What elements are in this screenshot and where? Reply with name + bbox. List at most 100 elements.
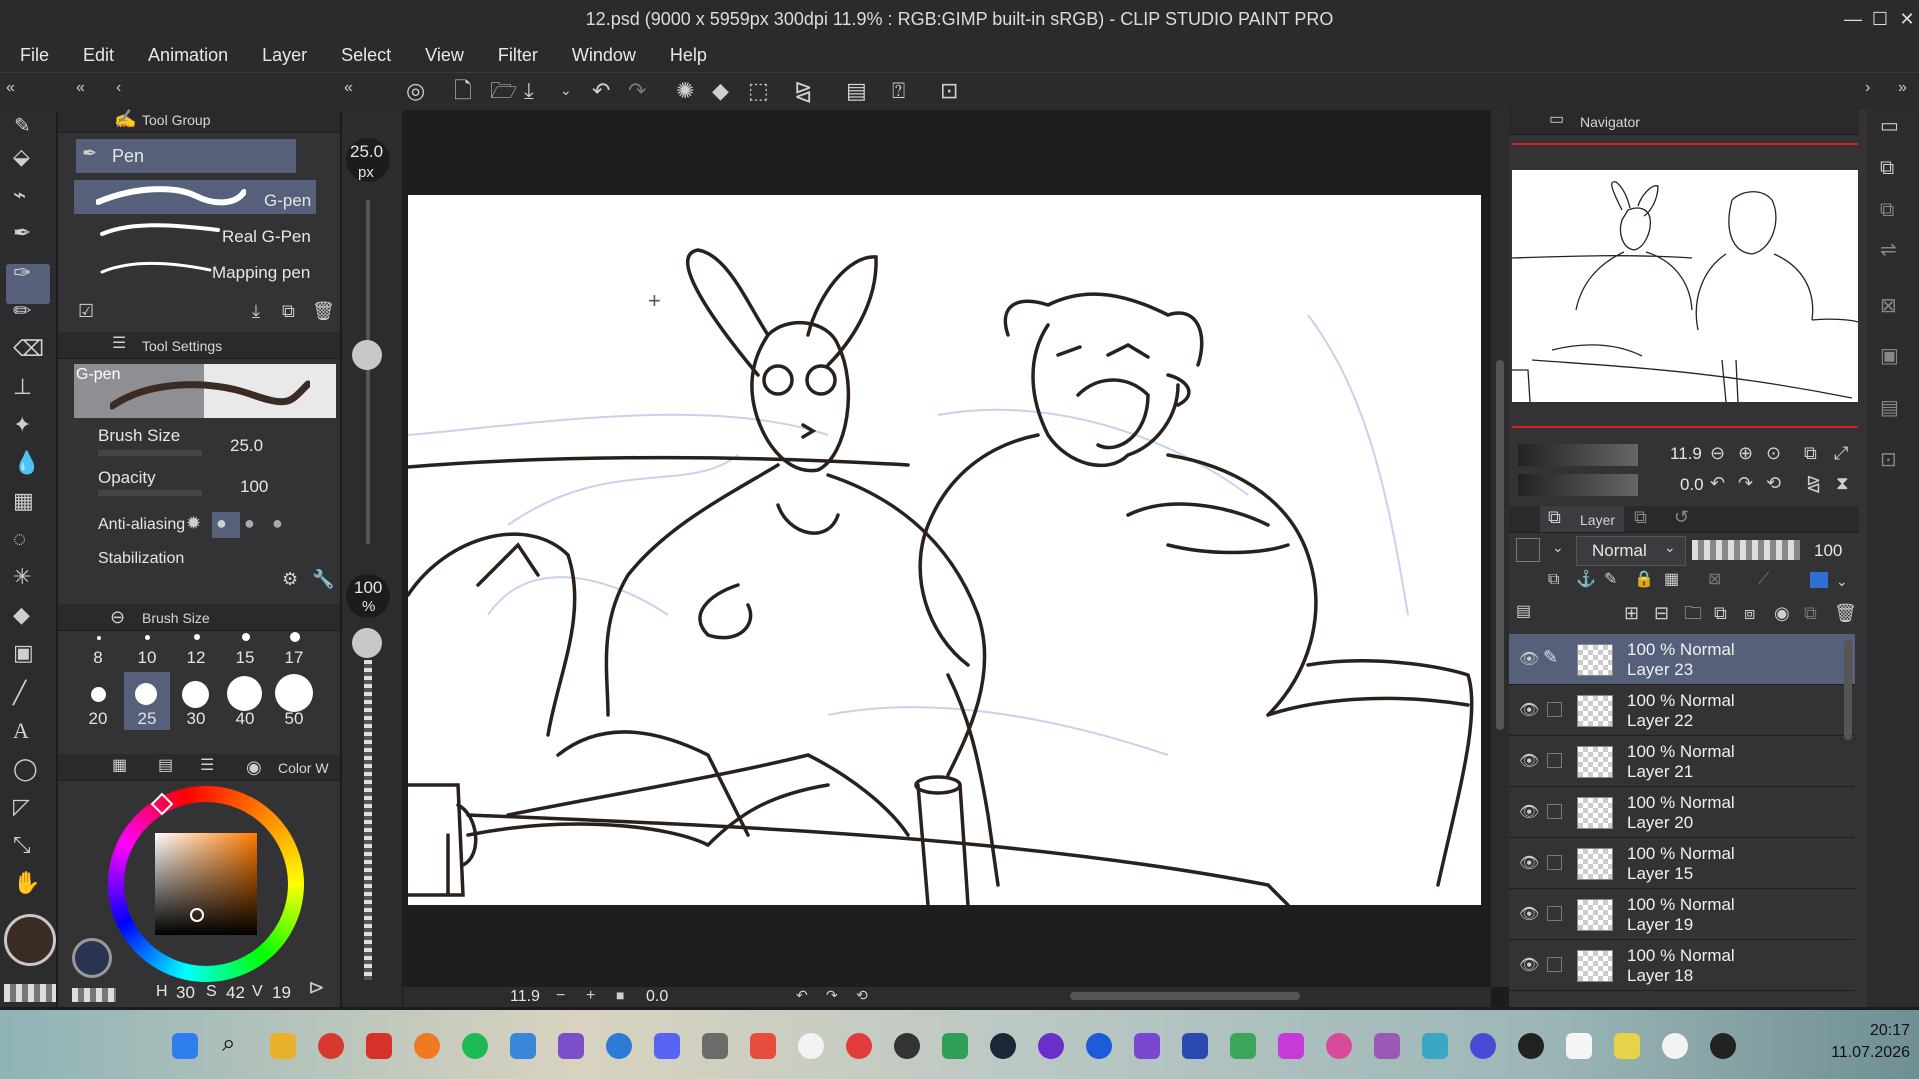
nav-zoom-slider[interactable] (1518, 444, 1638, 466)
system-tray-icon[interactable] (1710, 1033, 1736, 1059)
notes-icon[interactable] (1614, 1033, 1640, 1059)
flip-horizontal-icon[interactable]: ⧎ (1806, 474, 1821, 492)
material-panel-icon[interactable]: ⊠ (1880, 296, 1897, 316)
brush-size-slider[interactable] (98, 450, 202, 456)
draft-layer-icon[interactable]: ✎ (1604, 572, 1617, 588)
merge-layer-icon[interactable]: ⧈ (1744, 604, 1755, 622)
collapse-left-icon[interactable]: « (6, 80, 15, 96)
layer-checkbox[interactable] (1547, 855, 1562, 870)
brush-dot[interactable] (145, 635, 150, 640)
layer-row[interactable]: 👁 100 % Normal Layer 15 (1509, 838, 1855, 889)
menu-layer[interactable]: Layer (262, 45, 307, 66)
brush-size-option[interactable]: 10 (127, 648, 167, 668)
rotate-right-icon[interactable]: ↷ (1738, 474, 1753, 492)
eye-icon[interactable]: 👁 (1519, 649, 1539, 669)
spotify-icon[interactable] (462, 1033, 488, 1059)
chevron-down-icon[interactable]: ⌄ (1552, 540, 1564, 554)
brush-dot[interactable] (227, 676, 262, 711)
fit-icon[interactable]: ■ (616, 988, 624, 1002)
new-raster-layer-icon[interactable]: ⊞ (1624, 604, 1639, 622)
brush-dot[interactable] (242, 633, 250, 641)
pencil-tool-icon[interactable]: ✏ (13, 300, 31, 322)
aa-medium-icon[interactable]: ● (244, 514, 255, 532)
wrench-icon[interactable]: ⚙ (282, 570, 298, 588)
menu-help[interactable]: Help (670, 45, 707, 66)
brush-size-option[interactable]: 20 (78, 709, 118, 729)
pencil-tab-icon[interactable]: ✎ (14, 116, 31, 136)
brush-size-option[interactable]: 50 (274, 709, 314, 729)
menu-edit[interactable]: Edit (83, 45, 114, 66)
rotate-left-icon[interactable]: ↶ (796, 988, 808, 1002)
sub-color-swatch[interactable] (72, 938, 112, 978)
size-slider-handle[interactable] (352, 340, 382, 370)
reference-layer-icon[interactable]: ⚓ (1576, 572, 1596, 588)
chevron-right-icon[interactable]: › (1865, 80, 1870, 96)
balloon-tool-icon[interactable]: ◯ (13, 758, 38, 780)
layer-opacity-slider[interactable] (1692, 540, 1800, 560)
menu-animation[interactable]: Animation (148, 45, 228, 66)
actual-size-icon[interactable]: ⊙ (1766, 444, 1781, 462)
ea-icon[interactable] (1086, 1033, 1112, 1059)
ring-app-icon[interactable] (1038, 1033, 1064, 1059)
lasso-tool-icon[interactable]: ◌ (13, 528, 26, 550)
file-explorer-icon[interactable] (270, 1033, 296, 1059)
operation-tool-icon[interactable]: ⬙ (13, 146, 30, 168)
stamp-tool-icon[interactable]: ⊥ (13, 376, 32, 398)
layer-color-box[interactable] (1516, 538, 1540, 562)
transparent-swatch[interactable] (72, 988, 116, 1002)
reset-rotation-icon[interactable]: ⟲ (1766, 474, 1781, 492)
fit-navigator-icon[interactable]: ⤢ (1834, 444, 1848, 462)
history-tab-icon[interactable]: ↺ (1674, 508, 1689, 526)
color-wheel-tab-icon[interactable]: ◉ (246, 758, 262, 776)
app-icon[interactable] (702, 1033, 728, 1059)
canvas-hscroll-thumb[interactable] (1070, 992, 1300, 1000)
text-tool-icon[interactable]: A (13, 720, 29, 742)
eye-icon[interactable]: 👁 (1519, 853, 1539, 873)
brush-size-option[interactable]: 17 (274, 648, 314, 668)
brush-size-option[interactable]: 12 (176, 648, 216, 668)
color-slider-icon[interactable]: ☰ (200, 758, 214, 774)
p-app-icon[interactable] (1470, 1033, 1496, 1059)
collapse-left-icon[interactable]: « (344, 80, 353, 96)
b-app-icon[interactable] (1518, 1033, 1544, 1059)
layer-row[interactable]: 👁 100 % Normal Layer 22 (1509, 685, 1855, 736)
gradient-tool-icon[interactable]: ▣ (13, 642, 34, 664)
brush-dot[interactable] (194, 634, 200, 640)
new-vector-layer-icon[interactable]: ⊟ (1654, 604, 1669, 622)
collapse-left-icon[interactable]: « (76, 80, 85, 96)
zoom-in-icon[interactable]: + (586, 988, 595, 1004)
lock-transparent-icon[interactable]: ▦ (1664, 572, 1679, 588)
copy-subtool-icon[interactable]: ⧉ (282, 302, 295, 320)
aa-none-icon[interactable]: ✹ (186, 514, 201, 532)
line-tool-icon[interactable]: ╱ (13, 682, 26, 704)
document-icon[interactable] (1566, 1033, 1592, 1059)
play-icon[interactable]: ⊳ (308, 978, 325, 998)
hand-tool-icon[interactable]: ✋ (13, 872, 40, 894)
sparkle-tool-icon[interactable]: ✦ (13, 414, 31, 436)
opacity-value[interactable]: 100 (240, 477, 268, 497)
main-color-swatch[interactable] (4, 914, 56, 966)
mail-icon[interactable] (510, 1033, 536, 1059)
menu-select[interactable]: Select (341, 45, 391, 66)
chevron-down-icon[interactable]: ⌄ (560, 83, 572, 97)
layer-scroll-thumb[interactable] (1844, 640, 1852, 740)
layer-color-icon[interactable] (1810, 572, 1828, 588)
minecraft-icon[interactable] (1230, 1033, 1256, 1059)
ruler-icon[interactable]: ▤ (846, 80, 867, 102)
layer-checkbox[interactable] (1547, 702, 1562, 717)
pen-nib-tool-icon[interactable]: ✒ (13, 222, 31, 244)
size-slider-track[interactable] (366, 200, 370, 544)
zoom-in-icon[interactable]: ⊕ (1738, 444, 1753, 462)
brush-dot[interactable] (97, 636, 101, 640)
history-panel-icon[interactable]: ⇌ (1880, 240, 1897, 260)
checkbox-icon[interactable]: ☑ (78, 302, 94, 320)
search-icon[interactable]: ⌕ (222, 1030, 235, 1058)
zoom-out-icon[interactable]: − (556, 988, 565, 1004)
eye-icon[interactable]: 👁 (1519, 751, 1539, 771)
delete-subtool-icon[interactable]: 🗑 (312, 302, 335, 320)
correct-line-tool-icon[interactable]: ⤡ (13, 834, 31, 856)
layer-row[interactable]: 👁 100 % Normal Layer 21 (1509, 736, 1855, 787)
pen-tool-icon[interactable]: ✑ (13, 262, 31, 284)
canvas-vscroll-thumb[interactable] (1496, 360, 1504, 730)
navigator-preview[interactable] (1511, 170, 1859, 403)
